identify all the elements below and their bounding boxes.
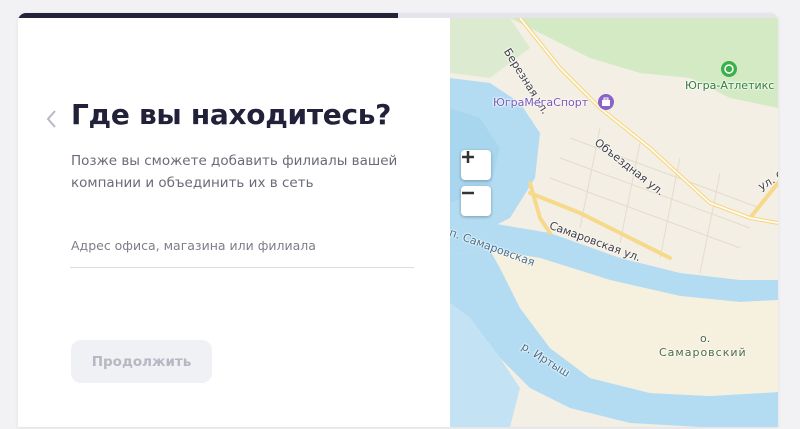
page-title: Где вы находитесь? [71, 98, 392, 131]
address-input[interactable] [70, 223, 414, 268]
sport-icon [721, 61, 737, 77]
continue-button[interactable]: Продолжить [71, 340, 212, 383]
onboarding-card: Где вы находитесь? Позже вы сможете доба… [18, 13, 778, 427]
map-label-island-name: Самаровский [659, 346, 747, 359]
zoom-out-button[interactable] [461, 186, 491, 216]
chevron-left-icon[interactable] [44, 108, 60, 130]
map-label-ugramegasport: ЮграМегаСпорт [493, 96, 589, 109]
map-label-ugra-atletiks: Югра-Атлетикс [685, 79, 775, 92]
map-label-island-o: о. [700, 332, 711, 345]
location-form: Где вы находитесь? Позже вы сможете доба… [18, 18, 450, 427]
map[interactable]: Березная ул. ЮграМегаСпорт Югра-Атлетикс… [450, 18, 778, 427]
briefcase-icon [598, 94, 614, 110]
zoom-in-button[interactable] [461, 150, 491, 180]
page-subtitle: Позже вы сможете добавить филиалы вашей … [71, 153, 398, 191]
